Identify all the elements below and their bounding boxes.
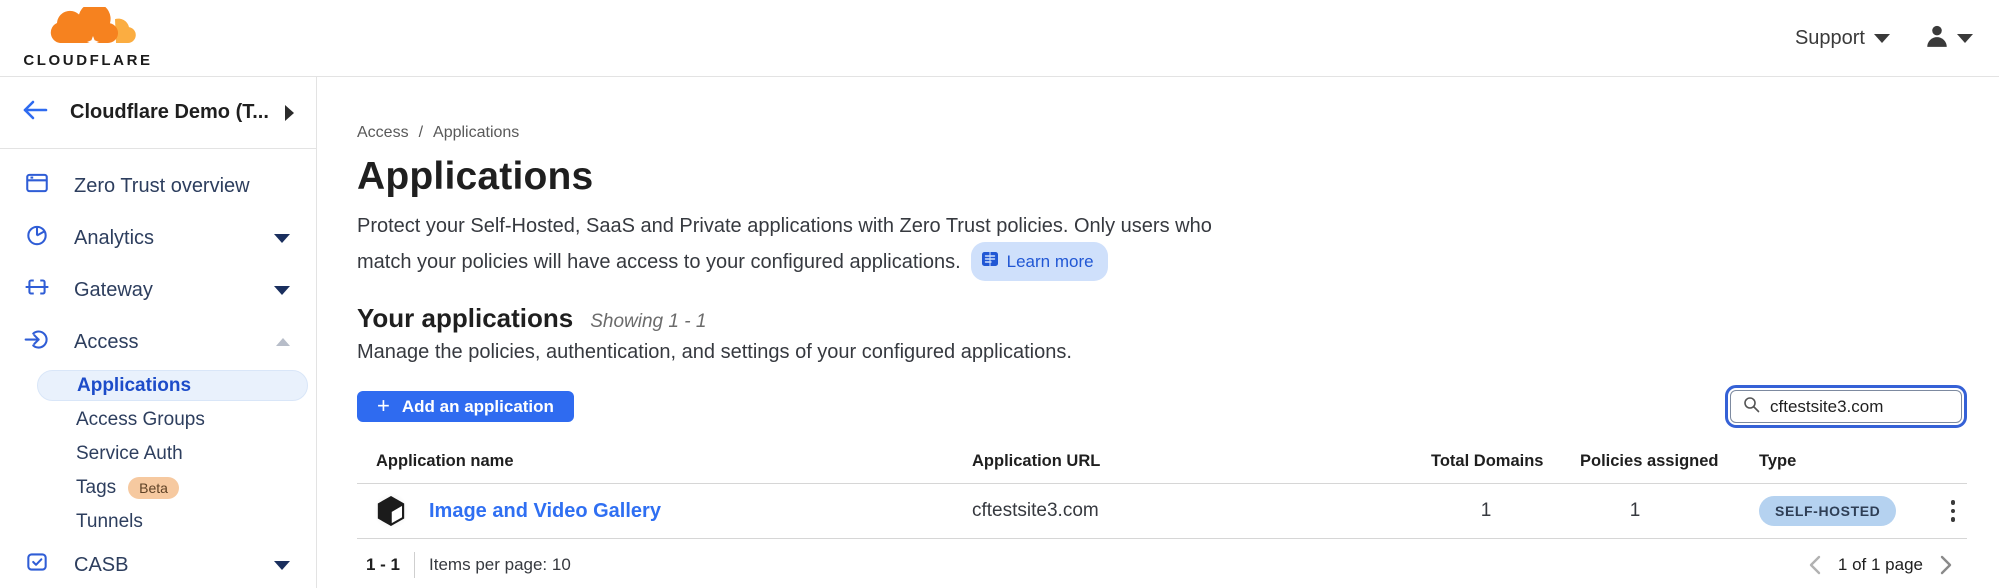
policies-assigned-cell: 1 xyxy=(1580,500,1690,522)
subitem-label: Tunnels xyxy=(76,511,143,533)
support-menu[interactable]: Support xyxy=(1795,27,1890,50)
sidebar-item-service-auth[interactable]: Service Auth xyxy=(0,437,316,471)
app-cube-icon xyxy=(373,493,409,529)
sidebar-account-header: Cloudflare Demo (T... xyxy=(0,77,316,149)
chevron-down-icon xyxy=(274,286,290,295)
main-content: Access / Applications Applications Prote… xyxy=(317,77,1999,588)
chevron-up-icon xyxy=(276,338,290,346)
learn-more-label: Learn more xyxy=(1007,246,1094,277)
sidebar-item-label: Access xyxy=(74,331,138,354)
sidebar-item-label: CASB xyxy=(74,554,128,577)
add-application-button[interactable]: + Add an application xyxy=(357,391,574,422)
column-application-url: Application URL xyxy=(972,452,1431,471)
sidebar-item-casb[interactable]: CASB xyxy=(0,539,316,588)
column-total-domains: Total Domains xyxy=(1431,452,1580,471)
section-title: Your applications xyxy=(357,303,573,334)
items-range: 1 - 1 xyxy=(366,555,400,575)
sidebar-item-applications[interactable]: Applications xyxy=(37,370,308,401)
account-name: Cloudflare Demo (T... xyxy=(70,101,285,124)
section-subtitle: Manage the policies, authentication, and… xyxy=(357,341,1967,364)
items-per-page: Items per page: 10 xyxy=(429,555,571,575)
chevron-down-icon xyxy=(1957,34,1973,43)
chevron-down-icon xyxy=(274,561,290,570)
analytics-pie-icon xyxy=(24,222,50,254)
sidebar-item-tunnels[interactable]: Tunnels xyxy=(0,505,316,539)
top-bar: CLOUDFLARE Support xyxy=(0,0,1999,77)
breadcrumb-separator: / xyxy=(419,124,423,142)
type-badge: SELF-HOSTED xyxy=(1759,496,1896,526)
subitem-label: Tags xyxy=(76,477,116,499)
applications-table: Application name Application URL Total D… xyxy=(357,452,1967,539)
expand-right-icon[interactable] xyxy=(285,105,294,121)
plus-icon: + xyxy=(377,395,390,417)
beta-badge: Beta xyxy=(128,477,179,499)
kebab-menu-icon[interactable] xyxy=(1951,500,1968,522)
column-type: Type xyxy=(1759,452,1948,471)
sidebar-item-access[interactable]: Access xyxy=(0,316,316,368)
back-arrow-icon[interactable] xyxy=(22,99,48,126)
breadcrumb-applications: Applications xyxy=(433,124,519,142)
sidebar-item-zero-trust-overview[interactable]: Zero Trust overview xyxy=(0,160,316,212)
access-subnav: Applications Access Groups Service Auth … xyxy=(0,370,316,539)
page-info: 1 of 1 page xyxy=(1838,555,1923,575)
search-icon xyxy=(1743,396,1760,418)
support-label: Support xyxy=(1795,27,1865,50)
column-application-name: Application name xyxy=(357,452,972,471)
column-policies-assigned: Policies assigned xyxy=(1580,452,1759,471)
cloudflare-logo-text: CLOUDFLARE xyxy=(23,52,152,69)
page-description: Protect your Self-Hosted, SaaS and Priva… xyxy=(357,211,1967,281)
cloudflare-cloud-icon xyxy=(40,7,136,54)
cloudflare-logo: CLOUDFLARE xyxy=(22,7,154,69)
breadcrumb: Access / Applications xyxy=(357,124,1967,142)
description-line2: match your policies will have access to … xyxy=(357,251,961,273)
sidebar-item-analytics[interactable]: Analytics xyxy=(0,212,316,264)
user-menu[interactable] xyxy=(1924,23,1973,54)
chevron-down-icon xyxy=(274,234,290,243)
sidebar-item-label: Analytics xyxy=(74,227,154,250)
learn-more-button[interactable]: Learn more xyxy=(971,242,1108,281)
footer-divider xyxy=(414,552,415,578)
add-application-label: Add an application xyxy=(402,397,554,417)
sidebar-item-gateway[interactable]: Gateway xyxy=(0,264,316,316)
chevron-right-icon[interactable] xyxy=(1939,555,1953,575)
access-login-icon xyxy=(24,326,50,358)
table-header-row: Application name Application URL Total D… xyxy=(357,452,1967,484)
table-footer: 1 - 1 Items per page: 10 1 of 1 page xyxy=(357,552,1967,578)
application-search xyxy=(1725,385,1967,428)
chevron-down-icon xyxy=(1874,34,1890,43)
subitem-label: Applications xyxy=(77,375,191,397)
application-name-link[interactable]: Image and Video Gallery xyxy=(429,500,661,523)
sidebar: Cloudflare Demo (T... Zero Trust overvie… xyxy=(0,77,317,588)
subitem-label: Access Groups xyxy=(76,409,205,431)
sidebar-item-label: Zero Trust overview xyxy=(74,175,250,198)
overview-window-icon xyxy=(24,170,50,202)
casb-check-icon xyxy=(24,549,50,581)
breadcrumb-access[interactable]: Access xyxy=(357,124,409,142)
description-line1: Protect your Self-Hosted, SaaS and Priva… xyxy=(357,215,1212,237)
sidebar-item-label: Gateway xyxy=(74,279,153,302)
sidebar-nav: Zero Trust overview Analytics xyxy=(0,149,316,588)
gateway-icon xyxy=(24,274,50,306)
subitem-label: Service Auth xyxy=(76,443,183,465)
application-url-cell: cftestsite3.com xyxy=(972,500,1431,522)
table-row: Image and Video Gallery cftestsite3.com … xyxy=(357,484,1967,539)
chevron-left-icon[interactable] xyxy=(1808,555,1822,575)
sidebar-item-access-groups[interactable]: Access Groups xyxy=(0,403,316,437)
search-input[interactable] xyxy=(1770,397,1949,417)
showing-count: Showing 1 - 1 xyxy=(590,311,706,333)
page-title: Applications xyxy=(357,155,1967,199)
docs-book-icon xyxy=(981,246,999,277)
user-avatar-icon xyxy=(1924,23,1950,54)
total-domains-cell: 1 xyxy=(1431,500,1541,522)
sidebar-item-tags[interactable]: Tags Beta xyxy=(0,471,316,505)
